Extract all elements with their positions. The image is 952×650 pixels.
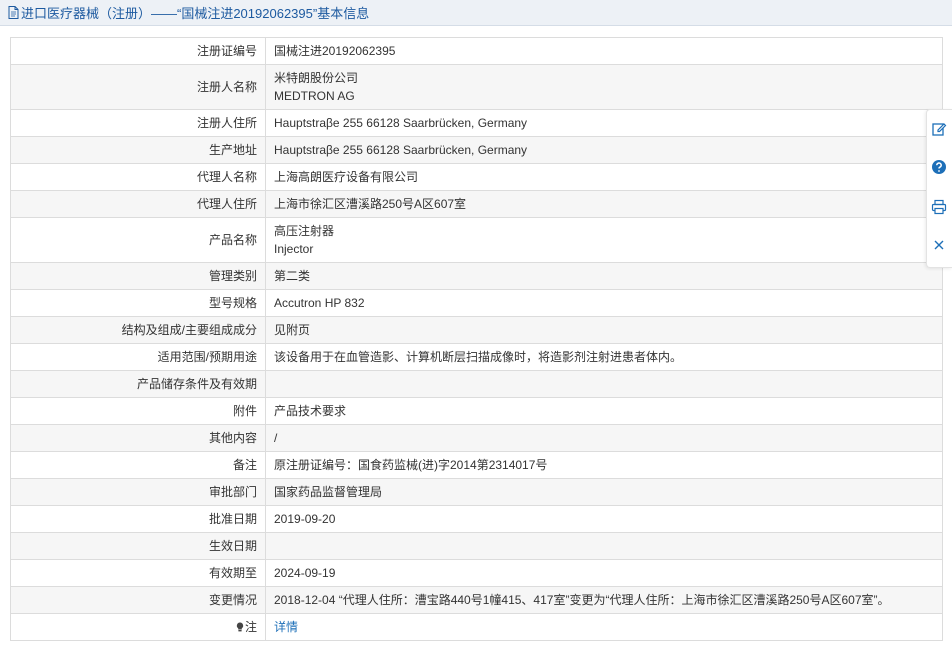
details-link[interactable]: 详情 [274, 620, 298, 634]
row-label: 注册人住所 [10, 109, 266, 137]
table-row-changes: 变更情况 2018-12-04 “代理人住所：漕宝路440号1幢415、417室… [10, 586, 943, 614]
row-value: 见附页 [265, 316, 943, 344]
row-label: 有效期至 [10, 559, 266, 587]
row-label: 型号规格 [10, 289, 266, 317]
row-label: 管理类别 [10, 262, 266, 290]
table-row-storage: 产品储存条件及有效期 [10, 370, 943, 398]
edit-icon [932, 123, 947, 136]
page-header: 进口医疗器械（注册）——“国械注进20192062395”基本信息 [0, 0, 952, 26]
table-row-agent-name: 代理人名称 上海高朗医疗设备有限公司 [10, 163, 943, 191]
row-label: 审批部门 [10, 478, 266, 506]
row-value [265, 532, 943, 560]
table-row-intended-use: 适用范围/预期用途 该设备用于在血管造影、计算机断层扫描成像时，将造影剂注射进患… [10, 343, 943, 371]
edit-button[interactable] [931, 120, 949, 138]
row-value [265, 370, 943, 398]
row-value: 2018-12-04 “代理人住所：漕宝路440号1幢415、417室”变更为“… [265, 586, 943, 614]
row-value: 米特朗股份公司 MEDTRON AG [265, 64, 943, 110]
page-title: 进口医疗器械（注册）——“国械注进20192062395”基本信息 [21, 6, 370, 21]
table-row-registration-number: 注册证编号 国械注进20192062395 [10, 37, 943, 65]
table-row-agent-address: 代理人住所 上海市徐汇区漕溪路250号A区607室 [10, 190, 943, 218]
table-row-management-category: 管理类别 第二类 [10, 262, 943, 290]
table-row-remark: 备注 原注册证编号：国食药监械(进)字2014第2314017号 [10, 451, 943, 479]
row-value: 2019-09-20 [265, 505, 943, 533]
row-value: 该设备用于在血管造影、计算机断层扫描成像时，将造影剂注射进患者体内。 [265, 343, 943, 371]
note-label: 注 [244, 620, 257, 634]
table-row-approval-date: 批准日期 2019-09-20 [10, 505, 943, 533]
row-label: 生效日期 [10, 532, 266, 560]
row-value: / [265, 424, 943, 452]
row-label: 注 [10, 613, 266, 641]
row-label: 代理人名称 [10, 163, 266, 191]
row-value-line-2: Injector [274, 242, 314, 256]
table-row-attachment: 附件 产品技术要求 [10, 397, 943, 425]
document-icon [8, 6, 19, 19]
row-value: 2024-09-19 [265, 559, 943, 587]
row-value: Hauptstraβe 255 66128 Saarbrücken, Germa… [265, 136, 943, 164]
row-label: 注册人名称 [10, 64, 266, 110]
row-value-line-2: MEDTRON AG [274, 89, 355, 103]
table-row-model-spec: 型号规格 Accutron HP 832 [10, 289, 943, 317]
row-label: 生产地址 [10, 136, 266, 164]
table-row-other: 其他内容 / [10, 424, 943, 452]
table-row-note: 注 详情 [10, 613, 943, 641]
row-value: 产品技术要求 [265, 397, 943, 425]
floating-toolbar [926, 109, 952, 268]
row-label: 结构及组成/主要组成成分 [10, 316, 266, 344]
table-row-production-address: 生产地址 Hauptstraβe 255 66128 Saarbrücken, … [10, 136, 943, 164]
row-value: 详情 [265, 613, 943, 641]
help-icon [932, 160, 946, 174]
row-value: Hauptstraβe 255 66128 Saarbrücken, Germa… [265, 109, 943, 137]
row-label: 注册证编号 [10, 37, 266, 65]
bulb-icon [236, 622, 244, 632]
table-row-effective-date: 生效日期 [10, 532, 943, 560]
help-button[interactable] [931, 158, 949, 176]
row-label: 代理人住所 [10, 190, 266, 218]
row-value: 上海高朗医疗设备有限公司 [265, 163, 943, 191]
info-table: 注册证编号 国械注进20192062395 注册人名称 米特朗股份公司 MEDT… [10, 37, 943, 641]
row-label: 批准日期 [10, 505, 266, 533]
row-label: 备注 [10, 451, 266, 479]
row-value: 国械注进20192062395 [265, 37, 943, 65]
row-label: 其他内容 [10, 424, 266, 452]
table-row-registrant-name: 注册人名称 米特朗股份公司 MEDTRON AG [10, 64, 943, 110]
print-icon [931, 199, 947, 215]
row-value: 上海市徐汇区漕溪路250号A区607室 [265, 190, 943, 218]
row-label: 变更情况 [10, 586, 266, 614]
row-value: 第二类 [265, 262, 943, 290]
table-row-approval-dept: 审批部门 国家药品监督管理局 [10, 478, 943, 506]
row-value: Accutron HP 832 [265, 289, 943, 317]
table-row-structure: 结构及组成/主要组成成分 见附页 [10, 316, 943, 344]
row-value: 高压注射器 Injector [265, 217, 943, 263]
row-label: 适用范围/预期用途 [10, 343, 266, 371]
row-value-line-1: 高压注射器 [274, 224, 335, 238]
print-button[interactable] [931, 198, 949, 216]
table-row-registrant-address: 注册人住所 Hauptstraβe 255 66128 Saarbrücken,… [10, 109, 943, 137]
row-label: 附件 [10, 397, 266, 425]
row-value: 原注册证编号：国食药监械(进)字2014第2314017号 [265, 451, 943, 479]
close-button[interactable] [931, 236, 949, 254]
close-icon [934, 240, 944, 250]
row-label: 产品名称 [10, 217, 266, 263]
row-value: 国家药品监督管理局 [265, 478, 943, 506]
row-value-line-1: 米特朗股份公司 [274, 71, 359, 85]
row-label: 产品储存条件及有效期 [10, 370, 266, 398]
table-row-product-name: 产品名称 高压注射器 Injector [10, 217, 943, 263]
table-row-valid-until: 有效期至 2024-09-19 [10, 559, 943, 587]
